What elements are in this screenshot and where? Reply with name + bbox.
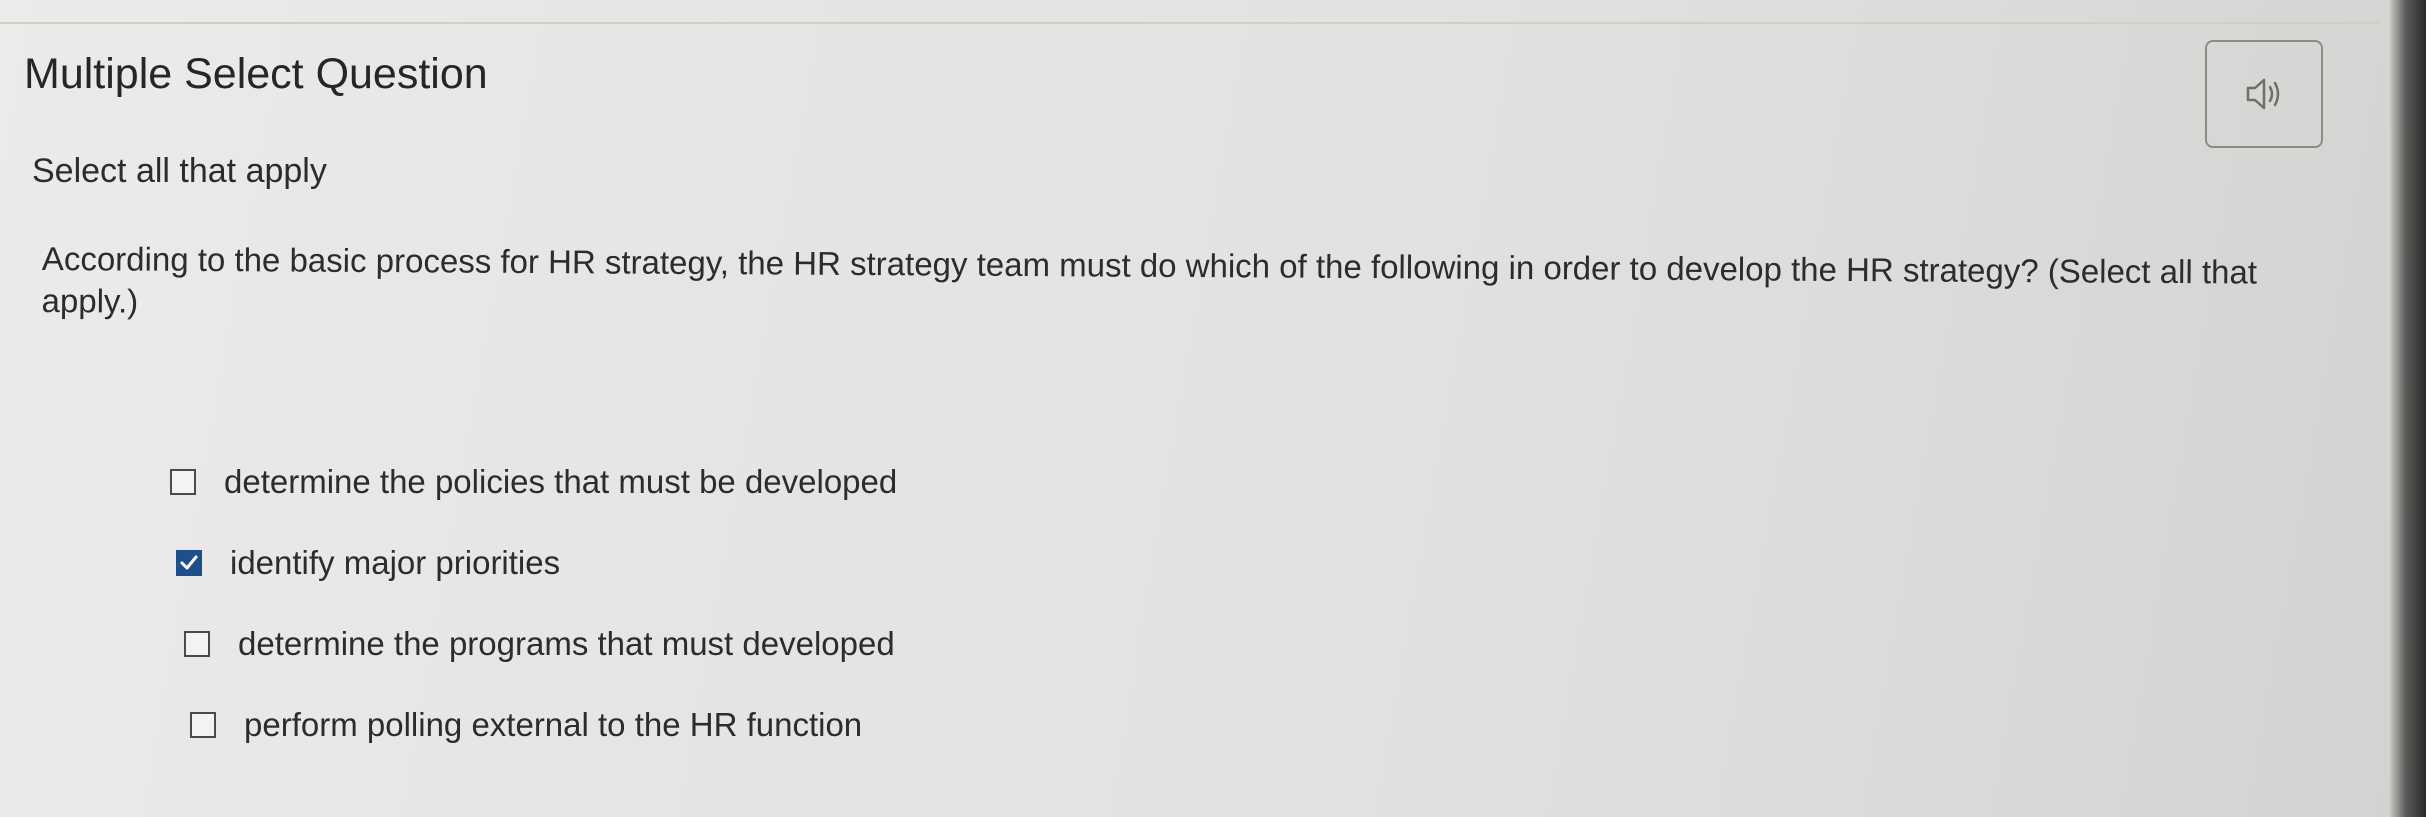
screen-edge xyxy=(2390,0,2426,817)
answer-option-priorities[interactable]: identify major priorities xyxy=(176,544,560,582)
checkbox[interactable] xyxy=(190,712,216,738)
audio-read-aloud-button[interactable] xyxy=(2205,40,2323,148)
checkbox[interactable] xyxy=(184,631,210,657)
page-title: Multiple Select Question xyxy=(24,50,488,98)
instructions-text: Select all that apply xyxy=(32,152,327,190)
answer-option-policies[interactable]: determine the policies that must be deve… xyxy=(170,463,897,501)
option-label: identify major priorities xyxy=(230,544,561,581)
question-text: According to the basic process for HR st… xyxy=(41,239,2258,320)
speaker-icon xyxy=(2246,78,2280,110)
option-label: determine the policies that must be deve… xyxy=(224,463,898,500)
option-label: determine the programs that must develop… xyxy=(238,625,895,662)
checkbox-checked[interactable] xyxy=(176,550,202,576)
option-label: perform polling external to the HR funct… xyxy=(244,706,863,743)
answer-option-programs[interactable]: determine the programs that must develop… xyxy=(184,625,895,663)
checkbox[interactable] xyxy=(170,469,196,495)
top-divider xyxy=(0,22,2380,24)
answer-option-polling[interactable]: perform polling external to the HR funct… xyxy=(190,706,862,744)
checkmark-icon xyxy=(180,555,198,570)
